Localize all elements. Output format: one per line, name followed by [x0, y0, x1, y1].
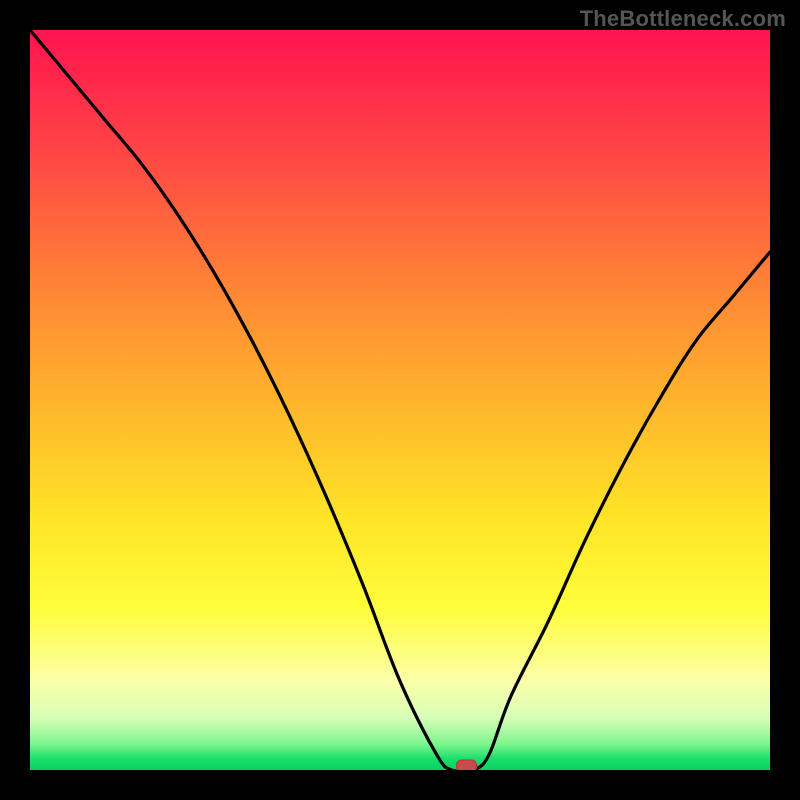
bottleneck-curve-svg	[30, 30, 770, 770]
plot-area	[30, 30, 770, 770]
bottleneck-curve	[30, 30, 770, 770]
minimum-marker	[457, 760, 477, 770]
chart-frame: TheBottleneck.com	[0, 0, 800, 800]
watermark-text: TheBottleneck.com	[580, 6, 786, 32]
